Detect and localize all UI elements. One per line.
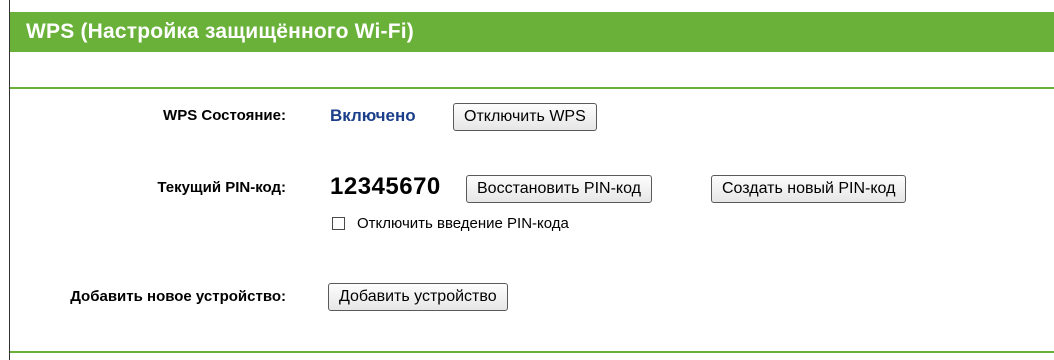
disable-pin-option[interactable]: Отключить введение PIN-кода (332, 212, 569, 234)
current-pin-value: 12345670 (330, 173, 441, 200)
wps-status-value: Включено (330, 106, 416, 125)
generate-pin-button[interactable]: Создать новый PIN-код (711, 175, 907, 203)
disable-pin-checkbox-label: Отключить введение PIN-кода (357, 214, 569, 232)
page-title: WPS (Настройка защищённого Wi-Fi) (10, 12, 1054, 52)
current-pin-label: Текущий PIN-код: (157, 179, 286, 196)
add-device-button[interactable]: Добавить устройство (328, 283, 508, 311)
divider-bottom (10, 351, 1054, 353)
add-device-label: Добавить новое устройство: (70, 288, 286, 305)
disable-wps-button[interactable]: Отключить WPS (453, 103, 597, 131)
disable-pin-checkbox[interactable] (332, 216, 345, 230)
wps-status-label: WPS Состояние: (163, 107, 286, 124)
divider-top (10, 87, 1054, 89)
restore-pin-button[interactable]: Восстановить PIN-код (466, 175, 652, 203)
